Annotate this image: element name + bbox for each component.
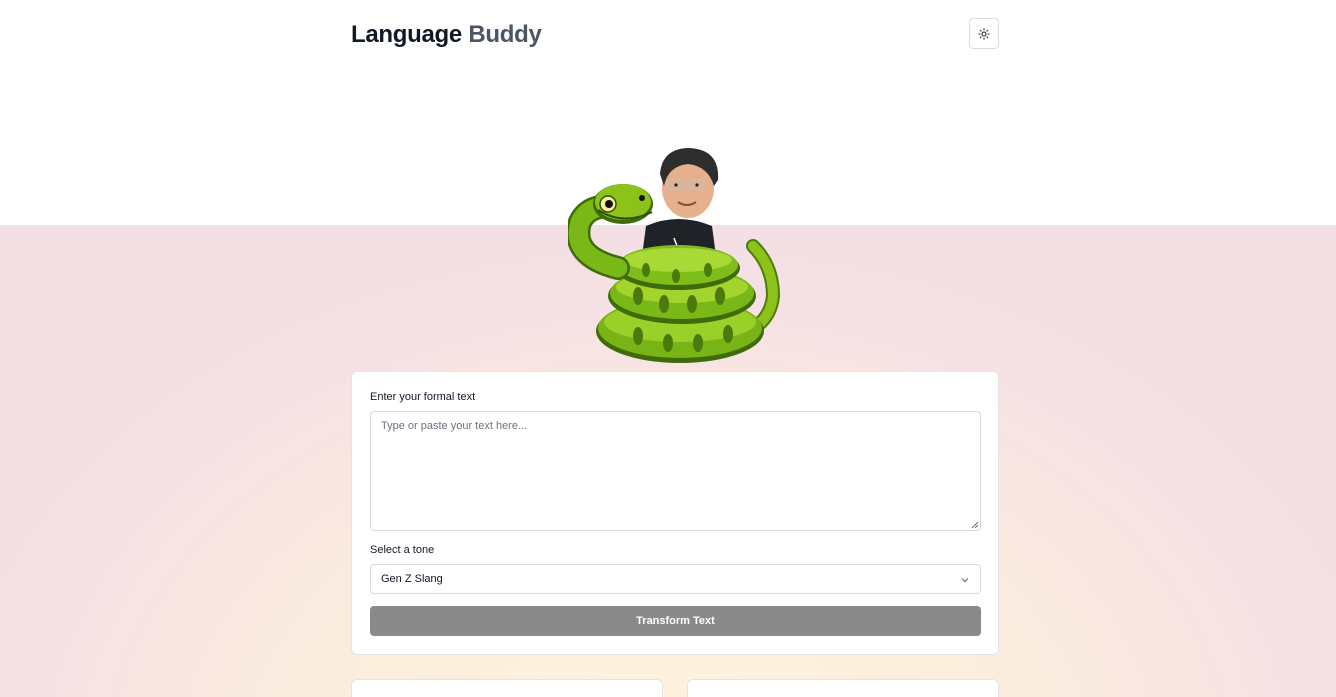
page: Language Buddy Enter your formal text Ty… (0, 0, 1336, 697)
snake-mascot-image (568, 148, 781, 363)
theme-toggle-button[interactable] (969, 18, 999, 49)
text-input-label: Enter your formal text (370, 391, 476, 403)
chevron-down-icon (961, 578, 969, 583)
sun-icon (978, 27, 990, 40)
tone-select[interactable]: Gen Z Slang (370, 564, 981, 594)
tone-select-value: Gen Z Slang (381, 573, 443, 585)
result-card-right (687, 679, 999, 697)
tone-select-label: Select a tone (370, 544, 435, 556)
transform-text-button[interactable]: Transform Text (370, 606, 981, 636)
formal-text-input[interactable] (370, 411, 981, 531)
resize-handle-icon[interactable] (971, 521, 979, 529)
header: Language Buddy (351, 18, 999, 52)
result-card-left (351, 679, 663, 697)
brand-word-1: Language (351, 21, 462, 48)
app-logo[interactable]: Language Buddy (351, 21, 542, 49)
brand-word-2: Buddy (468, 21, 542, 48)
transform-form-card: Enter your formal text Select a tone Gen… (351, 371, 999, 655)
